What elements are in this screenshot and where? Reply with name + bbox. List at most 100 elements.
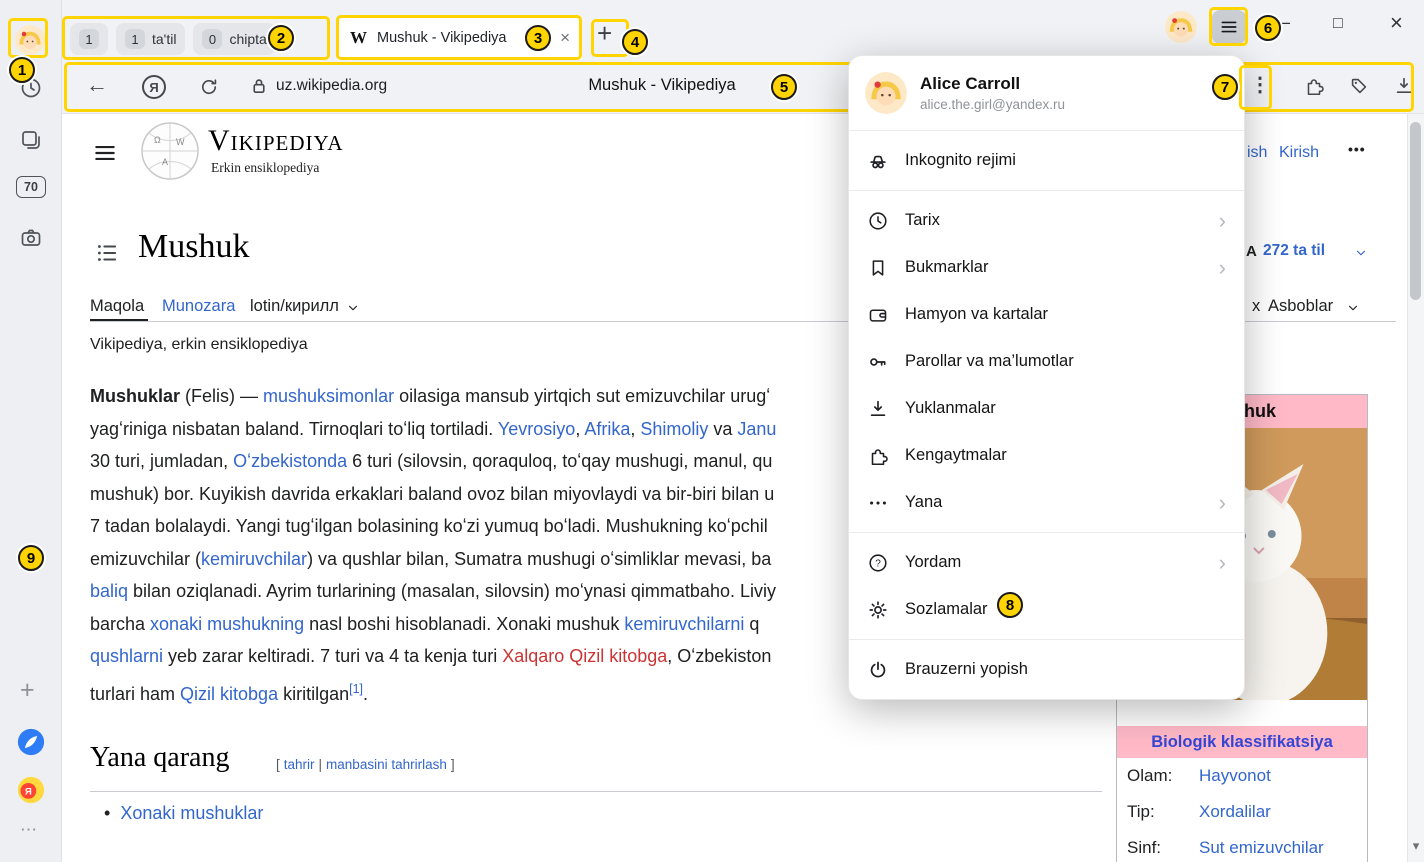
wiki-menu-icon[interactable] [92,140,118,166]
text: emizuvchilar ( [90,549,201,569]
menu-item-label: Yana [905,493,942,512]
wiki-link[interactable]: qushlarni [90,646,163,666]
wiki-link[interactable]: [1] [349,682,363,696]
menu-item-hamyon-va-kartalar[interactable]: Hamyon va kartalar [849,291,1244,338]
download-icon [867,398,889,420]
chevron-down-icon [1354,246,1368,260]
wiki-link[interactable]: kemiruvchilar [201,549,307,569]
text: (Felis) — [180,386,263,406]
account-email: alice.the.girl@yandex.ru [920,97,1065,112]
text: kiritilgan [278,684,349,704]
tab-group-label: chipta [229,31,266,47]
menu-item-brauzerni-yopish[interactable]: Brauzerni yopish [849,646,1244,693]
sidebar-add-button[interactable]: + [20,676,35,705]
taxobox-section-header[interactable]: Biologik klassifikatsiya [1117,726,1367,758]
edit-link[interactable]: manbasini tahrirlash [326,757,447,772]
account-row[interactable]: Alice Carroll alice.the.girl@yandex.ru [849,62,1244,124]
wiki-link[interactable]: Xalqaro Qizil kitobga [502,646,667,666]
collections-icon[interactable] [1348,75,1370,97]
taxobox-spacer [1117,700,1367,726]
signup-link[interactable]: ish [1247,144,1267,162]
wiki-link[interactable]: baliq [90,581,128,601]
wiki-link[interactable]: Afrika [584,419,630,439]
menu-item-tarix[interactable]: Tarix› [849,197,1244,244]
list-item: •Xonaki mushuklar [104,803,263,824]
menu-item-parollar-va-ma-lumotlar[interactable]: Parollar va ma’lumotlar [849,338,1244,385]
wiki-link[interactable]: Oʻzbekistonda [233,451,347,471]
wiki-link[interactable]: Sut emizuvchilar [1199,838,1324,858]
edit-link[interactable]: tahrir [284,757,315,772]
wiki-link[interactable]: Janu [737,419,776,439]
screenshot-icon[interactable] [19,226,43,250]
extensions-icon[interactable] [1303,75,1325,97]
menu-item-bukmarklar[interactable]: Bukmarklar › [849,244,1244,291]
svg-text:W: W [176,137,185,147]
tabs-panel-icon[interactable] [19,128,43,152]
menu-item-label: Bukmarklar [905,258,988,277]
menu-item-yordam[interactable]: Yordam› [849,539,1244,586]
window-maximize-button[interactable]: □ [1333,15,1343,33]
text: mushuk) bor. Kuyikish davrida erkaklari … [90,484,774,504]
page-menu-button[interactable]: ⋮ [1250,72,1270,97]
chevron-right-icon: › [1219,257,1226,279]
wiki-link[interactable]: kemiruvchilarni [624,614,744,634]
wiki-link[interactable]: Xordalilar [1199,802,1271,822]
account-name: Alice Carroll [920,74,1065,94]
contents-icon[interactable] [94,240,120,266]
tab-group-chipta[interactable]: 0chipta [193,23,275,55]
login-link[interactable]: Kirish [1279,144,1319,162]
wiki-link[interactable]: Shimoliy [640,419,708,439]
menu-item-yuklanmalar[interactable]: Yuklanmalar [849,385,1244,432]
wikipedia-logo[interactable]: ΩWA [140,121,200,181]
back-button[interactable]: ← [86,72,108,98]
text: va [708,419,737,439]
text: barcha [90,614,150,634]
tab-group-ta-til[interactable]: 1ta'til [116,23,185,55]
sidebar-more-button[interactable]: ⋯ [20,820,38,840]
menu-divider [849,639,1244,640]
yandex-app-logo[interactable] [17,776,45,804]
window-close-button[interactable]: × [1390,10,1403,36]
languages-button[interactable]: 272 ta til [1263,242,1325,260]
menu-item-yana[interactable]: Yana› [849,479,1244,526]
yandex-browser-logo[interactable] [17,728,45,756]
yandex-button[interactable]: Я [142,75,166,99]
scrollbar-thumb[interactable] [1410,122,1421,300]
dzen-badge[interactable]: 70 [16,176,46,198]
wiki-link[interactable]: Hayvonot [1199,766,1271,786]
profile-avatar-top[interactable] [1165,11,1197,43]
profile-avatar[interactable] [15,25,45,55]
browser-menu-button[interactable] [1212,10,1246,44]
wiki-link[interactable]: Qizil kitobga [180,684,278,704]
see-also-link[interactable]: Xonaki mushuklar [120,803,263,823]
menu-item-kengaytmalar[interactable]: Kengaytmalar [849,432,1244,479]
tab-group-label: ta'til [152,31,176,47]
wiki-link[interactable]: xonaki mushukning [150,614,304,634]
variant-selector[interactable]: lotin/кирилл [250,297,339,316]
wikipedia-wordmark[interactable]: Vikipediya [208,124,344,158]
new-tab-button[interactable]: + [597,18,612,49]
reload-icon[interactable] [198,76,220,98]
tab-maqola[interactable]: Maqola [90,297,144,316]
history-icon[interactable] [19,76,43,100]
menu-item-inkognito-rejimi[interactable]: Inkognito rejimi [849,137,1244,184]
browser-menu: Alice Carroll alice.the.girl@yandex.ru I… [848,55,1245,700]
url-text[interactable]: uz.wikipedia.org [276,77,387,95]
downloads-icon[interactable] [1393,75,1415,97]
text: turlari ham [90,684,180,704]
tab-close-icon[interactable]: × [560,28,570,48]
tools-menu[interactable]: Asboblar [1268,297,1333,316]
wiki-link[interactable]: mushuksimonlar [263,386,394,406]
header-more-button[interactable]: ••• [1348,141,1366,157]
tab-munozara[interactable]: Munozara [162,297,235,316]
scrollbar-down-arrow[interactable]: ▾ [1408,838,1424,854]
taxobox-row: Olam:Hayvonot [1117,758,1367,794]
menu-item-sozlamalar[interactable]: Sozlamalar [849,586,1244,633]
menu-divider [849,190,1244,191]
active-tab[interactable]: W Mushuk - Vikipediya × [338,16,582,60]
lock-icon[interactable] [248,75,270,97]
text: nasl boshi hisoblanadi. Xonaki mushuk [304,614,624,634]
window-minimize-button[interactable]: – [1280,12,1290,33]
tab-group-0[interactable]: 1 [70,23,108,55]
wiki-link[interactable]: Yevrosiyo [498,419,575,439]
